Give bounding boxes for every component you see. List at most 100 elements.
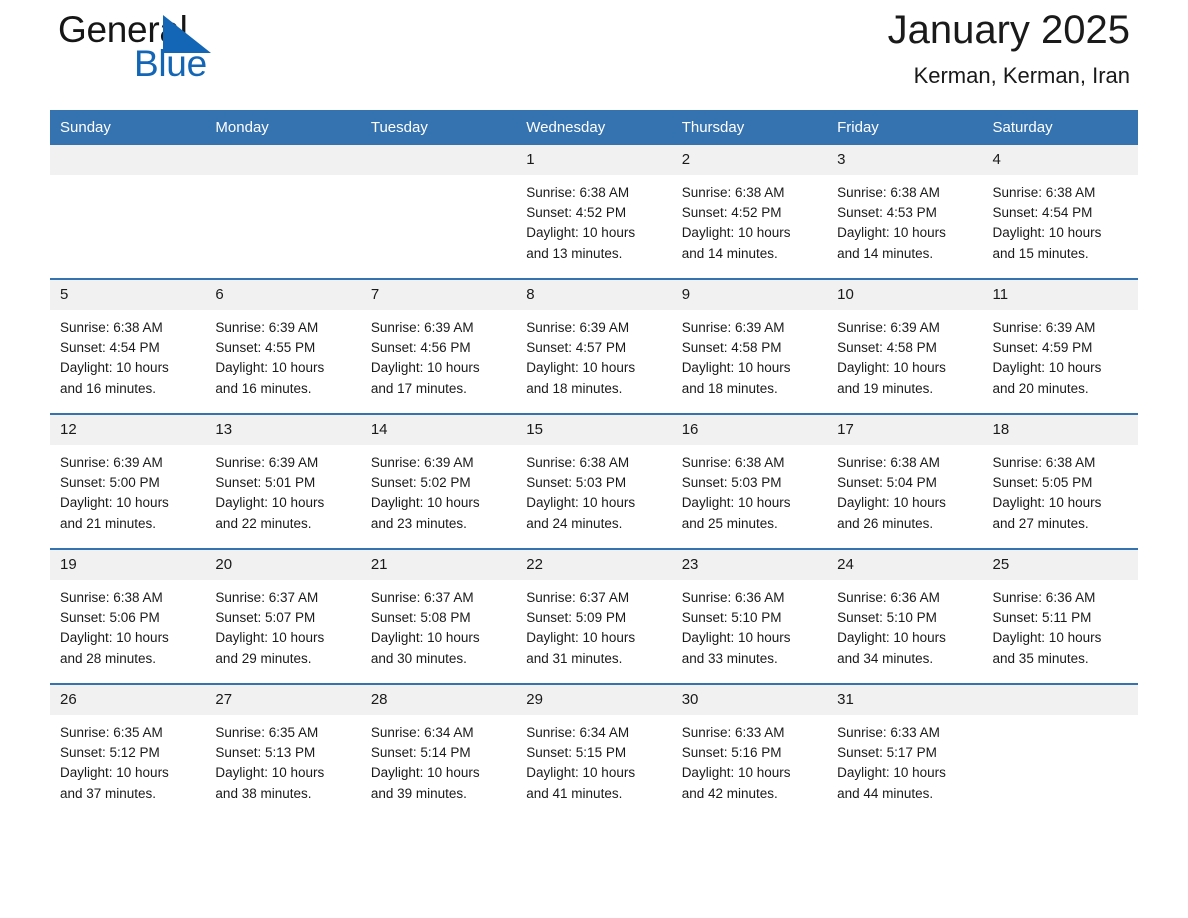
day-daylight-line: and 30 minutes.: [370, 650, 467, 666]
day-daylight-line: Daylight: 10 hours: [526, 360, 636, 376]
day-cell[interactable]: 8 Sunrise: 6:39 AM Sunset: 4:57 PM Daylight…: [516, 278, 672, 414]
day-sunrise-line: Sunrise: 6:37 AM: [215, 590, 319, 605]
day-details: Sunrise: 6:36 AM Sunset: 5:10 PM Daylight:…: [672, 580, 827, 669]
day-sunrise-line: Sunrise: 6:38 AM: [60, 590, 163, 605]
day-cell[interactable]: 22 Sunrise: 6:37 AM Sunset: 5:09 PM Dayligh…: [516, 548, 672, 684]
day-daylight-line: and 38 minutes.: [215, 785, 312, 801]
day-sunset-line: Sunset: 4:52 PM: [681, 205, 782, 221]
day-details: Sunrise: 6:34 AM Sunset: 5:15 PM Daylight:…: [516, 715, 671, 804]
day-daylight-line: Daylight: 10 hours: [370, 765, 480, 781]
day-sunrise-line: Sunrise: 6:38 AM: [681, 455, 785, 470]
day-daylight-line: Daylight: 10 hours: [526, 765, 636, 781]
day-daylight-line: Daylight: 10 hours: [215, 765, 325, 781]
day-sunset-line: Sunset: 4:55 PM: [215, 340, 316, 356]
day-daylight-line: and 26 minutes.: [837, 515, 934, 531]
day-daylight-line: Daylight: 10 hours: [681, 630, 791, 646]
day-sunrise-line: Sunrise: 6:39 AM: [681, 320, 785, 335]
day-cell-empty: [205, 145, 361, 279]
day-cell[interactable]: 26 Sunrise: 6:35 AM Sunset: 5:12 PM Dayligh…: [50, 683, 206, 818]
day-sunset-line: Sunset: 5:07 PM: [215, 610, 316, 626]
day-daylight-line: Daylight: 10 hours: [526, 225, 636, 241]
day-cell[interactable]: 12 Sunrise: 6:39 AM Sunset: 5:00 PM Dayligh…: [50, 413, 206, 549]
day-cell[interactable]: 10 Sunrise: 6:39 AM Sunset: 4:58 PM Dayligh…: [827, 278, 983, 414]
day-details: Sunrise: 6:39 AM Sunset: 5:00 PM Daylight:…: [50, 445, 205, 534]
day-cell[interactable]: 21 Sunrise: 6:37 AM Sunset: 5:08 PM Dayligh…: [360, 548, 517, 684]
day-sunset-line: Sunset: 5:05 PM: [992, 475, 1093, 491]
day-sunrise-line: Sunrise: 6:39 AM: [526, 320, 630, 335]
day-cell[interactable]: 4 Sunrise: 6:38 AM Sunset: 4:54 PM Daylight…: [982, 145, 1138, 279]
day-details: Sunrise: 6:37 AM Sunset: 5:09 PM Daylight:…: [516, 580, 671, 669]
weekday-header-wednesday: Wednesday: [516, 110, 672, 145]
day-cell[interactable]: 30 Sunrise: 6:33 AM Sunset: 5:16 PM Dayligh…: [671, 683, 828, 818]
weekday-header-monday: Monday: [205, 110, 361, 145]
day-daylight-line: Daylight: 10 hours: [681, 495, 791, 511]
day-cell[interactable]: 9 Sunrise: 6:39 AM Sunset: 4:58 PM Daylight…: [671, 278, 828, 414]
day-cell[interactable]: 29 Sunrise: 6:34 AM Sunset: 5:15 PM Dayligh…: [516, 683, 672, 818]
day-cell[interactable]: 11 Sunrise: 6:39 AM Sunset: 4:59 PM Dayligh…: [982, 278, 1138, 414]
calendar-body: 1 Sunrise: 6:38 AM Sunset: 4:52 PM Daylight…: [50, 145, 1138, 818]
day-cell[interactable]: 20 Sunrise: 6:37 AM Sunset: 5:07 PM Dayligh…: [205, 548, 361, 684]
day-details: Sunrise: 6:38 AM Sunset: 4:52 PM Daylight:…: [516, 175, 671, 264]
day-cell[interactable]: 27 Sunrise: 6:35 AM Sunset: 5:13 PM Dayligh…: [205, 683, 361, 818]
day-daylight-line: and 18 minutes.: [526, 380, 623, 396]
day-cell[interactable]: 18 Sunrise: 6:38 AM Sunset: 5:05 PM Dayligh…: [982, 413, 1138, 549]
day-cell[interactable]: 5 Sunrise: 6:38 AM Sunset: 4:54 PM Daylight…: [50, 278, 206, 414]
day-daylight-line: and 44 minutes.: [837, 785, 934, 801]
day-sunset-line: Sunset: 5:02 PM: [370, 475, 471, 491]
day-cell[interactable]: 1 Sunrise: 6:38 AM Sunset: 4:52 PM Daylight…: [516, 145, 672, 279]
day-daylight-line: Daylight: 10 hours: [681, 765, 791, 781]
day-daylight-line: and 21 minutes.: [60, 515, 157, 531]
day-sunset-line: Sunset: 5:03 PM: [526, 475, 627, 491]
day-cell[interactable]: 14 Sunrise: 6:39 AM Sunset: 5:02 PM Dayligh…: [360, 413, 517, 549]
day-cell[interactable]: 7 Sunrise: 6:39 AM Sunset: 4:56 PM Daylight…: [360, 278, 517, 414]
day-cell[interactable]: 19 Sunrise: 6:38 AM Sunset: 5:06 PM Dayligh…: [50, 548, 206, 684]
day-cell[interactable]: 16 Sunrise: 6:38 AM Sunset: 5:03 PM Dayligh…: [671, 413, 828, 549]
day-daylight-line: and 24 minutes.: [526, 515, 623, 531]
day-daylight-line: and 16 minutes.: [60, 380, 157, 396]
day-daylight-line: Daylight: 10 hours: [837, 360, 946, 376]
day-number: 19: [50, 550, 206, 580]
day-daylight-line: Daylight: 10 hours: [681, 360, 791, 376]
day-number: 16: [671, 415, 828, 445]
day-cell[interactable]: 31 Sunrise: 6:33 AM Sunset: 5:17 PM Dayligh…: [827, 683, 983, 818]
title-block: January 2025 Kerman, Kerman, Iran: [888, 2, 1130, 92]
day-cell[interactable]: 17 Sunrise: 6:38 AM Sunset: 5:04 PM Dayligh…: [827, 413, 983, 549]
day-number: 31: [827, 685, 983, 715]
day-daylight-line: Daylight: 10 hours: [837, 765, 946, 781]
day-daylight-line: and 27 minutes.: [992, 515, 1089, 531]
day-daylight-line: Daylight: 10 hours: [681, 225, 791, 241]
day-daylight-line: and 19 minutes.: [837, 380, 934, 396]
day-cell[interactable]: 24 Sunrise: 6:36 AM Sunset: 5:10 PM Dayligh…: [827, 548, 983, 684]
day-sunrise-line: Sunrise: 6:36 AM: [992, 590, 1096, 605]
day-sunrise-line: Sunrise: 6:39 AM: [992, 320, 1096, 335]
page-title: January 2025: [887, 8, 1130, 52]
general-blue-logo[interactable]: General Blue: [58, 8, 318, 98]
day-number: 11: [982, 280, 1138, 310]
day-daylight-line: and 41 minutes.: [526, 785, 623, 801]
day-cell[interactable]: 23 Sunrise: 6:36 AM Sunset: 5:10 PM Dayligh…: [671, 548, 828, 684]
day-details: Sunrise: 6:38 AM Sunset: 5:06 PM Daylight:…: [50, 580, 205, 669]
day-details: Sunrise: 6:39 AM Sunset: 4:58 PM Daylight:…: [672, 310, 827, 399]
day-details: Sunrise: 6:36 AM Sunset: 5:11 PM Daylight:…: [983, 580, 1138, 669]
day-details: Sunrise: 6:33 AM Sunset: 5:16 PM Daylight:…: [672, 715, 827, 804]
day-details: Sunrise: 6:39 AM Sunset: 4:56 PM Daylight:…: [361, 310, 516, 399]
day-details: Sunrise: 6:35 AM Sunset: 5:12 PM Daylight:…: [50, 715, 205, 804]
day-cell[interactable]: 6 Sunrise: 6:39 AM Sunset: 4:55 PM Daylight…: [205, 278, 361, 414]
day-cell[interactable]: 25 Sunrise: 6:36 AM Sunset: 5:11 PM Dayligh…: [982, 548, 1138, 684]
day-daylight-line: and 16 minutes.: [215, 380, 312, 396]
day-cell[interactable]: 2 Sunrise: 6:38 AM Sunset: 4:52 PM Daylight…: [671, 145, 828, 279]
day-cell[interactable]: 15 Sunrise: 6:38 AM Sunset: 5:03 PM Dayligh…: [516, 413, 672, 549]
day-number: 17: [827, 415, 983, 445]
day-details: Sunrise: 6:39 AM Sunset: 4:58 PM Daylight:…: [827, 310, 982, 399]
day-cell[interactable]: 3 Sunrise: 6:38 AM Sunset: 4:53 PM Daylight…: [827, 145, 983, 279]
day-sunset-line: Sunset: 5:11 PM: [992, 610, 1092, 626]
day-cell[interactable]: 28 Sunrise: 6:34 AM Sunset: 5:14 PM Dayligh…: [360, 683, 517, 818]
day-number: 14: [360, 415, 517, 445]
day-sunrise-line: Sunrise: 6:38 AM: [992, 455, 1096, 470]
day-sunrise-line: Sunrise: 6:39 AM: [215, 320, 319, 335]
day-cell[interactable]: 13 Sunrise: 6:39 AM Sunset: 5:01 PM Dayligh…: [205, 413, 361, 549]
day-sunset-line: Sunset: 5:15 PM: [526, 745, 627, 761]
day-sunrise-line: Sunrise: 6:39 AM: [215, 455, 319, 470]
day-daylight-line: and 14 minutes.: [837, 245, 934, 261]
calendar-week-row: 26 Sunrise: 6:35 AM Sunset: 5:12 PM Dayligh…: [50, 683, 1138, 818]
